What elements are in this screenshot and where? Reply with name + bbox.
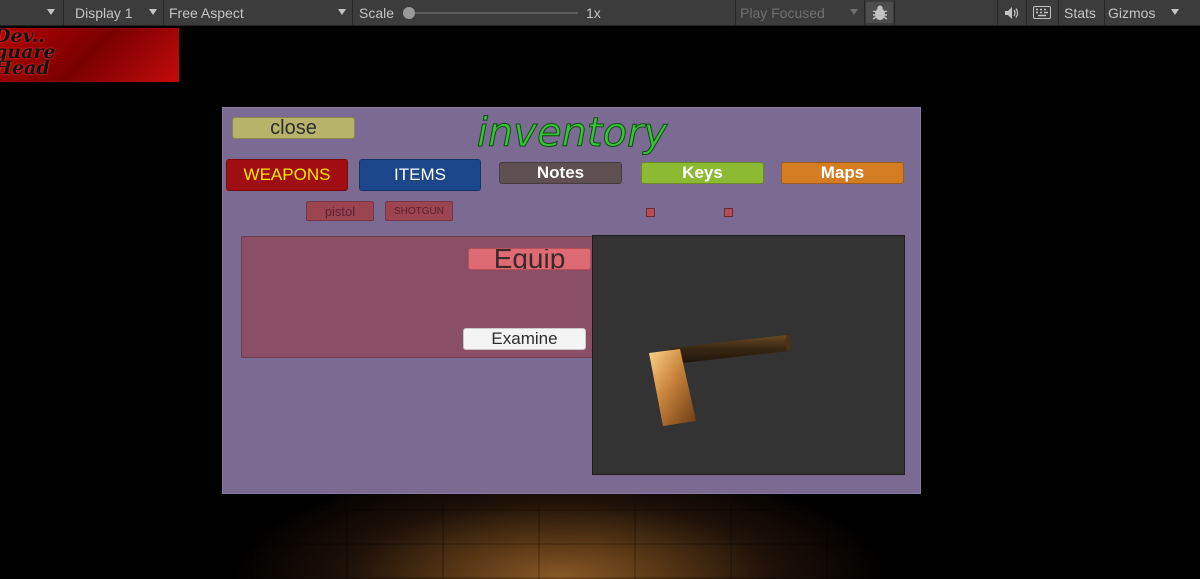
examine-button[interactable]: Examine (463, 328, 586, 350)
scale-slider-track[interactable] (409, 12, 578, 14)
keyboard-icon[interactable] (1028, 2, 1056, 23)
tab-items[interactable]: ITEMS (359, 159, 481, 191)
tab-weapons[interactable]: WEAPONS (226, 159, 348, 191)
tab-keys[interactable]: Keys (641, 162, 764, 184)
weapon-slot-shotgun[interactable]: SHOTGUN (385, 201, 453, 221)
chevron-down-icon (338, 9, 346, 15)
stone-floor (250, 506, 900, 579)
divider (735, 0, 736, 25)
examine-button-label: Examine (491, 329, 558, 348)
scale-slider-handle[interactable] (403, 7, 415, 19)
divider (997, 0, 998, 25)
divider (352, 0, 353, 25)
tab-label: ITEMS (394, 165, 446, 184)
game-logo: Dev.. quare Head (0, 28, 179, 82)
key-slot[interactable] (646, 208, 655, 217)
tab-label: Maps (820, 163, 865, 182)
divider (1104, 0, 1105, 25)
speaker-icon[interactable] (999, 2, 1025, 23)
divider (1058, 0, 1059, 25)
chevron-down-icon (850, 9, 858, 15)
bug-icon[interactable] (866, 2, 893, 23)
inventory-panel: close inventory WEAPONS ITEMS Notes Keys… (222, 107, 921, 494)
map-slot[interactable] (724, 208, 733, 217)
chevron-down-icon[interactable] (1171, 9, 1179, 15)
divider (864, 0, 865, 25)
tab-label: WEAPONS (243, 165, 331, 184)
stats-button[interactable]: Stats (1064, 0, 1096, 25)
gizmos-button[interactable]: Gizmos (1108, 0, 1155, 25)
pistol-model (649, 335, 791, 426)
tab-notes[interactable]: Notes (499, 162, 622, 184)
aspect-dropdown[interactable]: Free Aspect (164, 0, 352, 25)
inventory-title: inventory (476, 110, 668, 157)
chevron-down-icon (149, 9, 157, 15)
game-view-toolbar: Display 1 Free Aspect Scale 1x Play Focu… (0, 0, 1200, 26)
close-button-label: close (270, 116, 317, 139)
chevron-down-icon[interactable] (47, 9, 55, 15)
weapon-slot-label: pistol (324, 203, 356, 219)
weapon-slot-label: SHOTGUN (394, 205, 444, 217)
display-label: Display 1 (75, 4, 133, 21)
divider (894, 0, 895, 25)
scale-value: 1x (586, 4, 601, 21)
game-viewport: Dev.. quare Head close inventory WEAPONS… (0, 26, 1200, 579)
item-3d-preview[interactable] (592, 235, 905, 475)
tab-label: Notes (536, 163, 585, 182)
weapon-slot-pistol[interactable]: pistol (306, 201, 374, 221)
divider (1026, 0, 1027, 25)
tab-label: Keys (682, 163, 723, 182)
tab-maps[interactable]: Maps (781, 162, 904, 184)
play-mode-dropdown[interactable]: Play Focused (740, 0, 825, 25)
close-button[interactable]: close (232, 117, 355, 139)
aspect-label: Free Aspect (169, 4, 244, 21)
equip-button-label: Equip (493, 248, 566, 270)
scale-label: Scale (359, 4, 395, 21)
logo-text-line: Head (0, 57, 50, 79)
equip-button[interactable]: Equip (468, 248, 591, 270)
